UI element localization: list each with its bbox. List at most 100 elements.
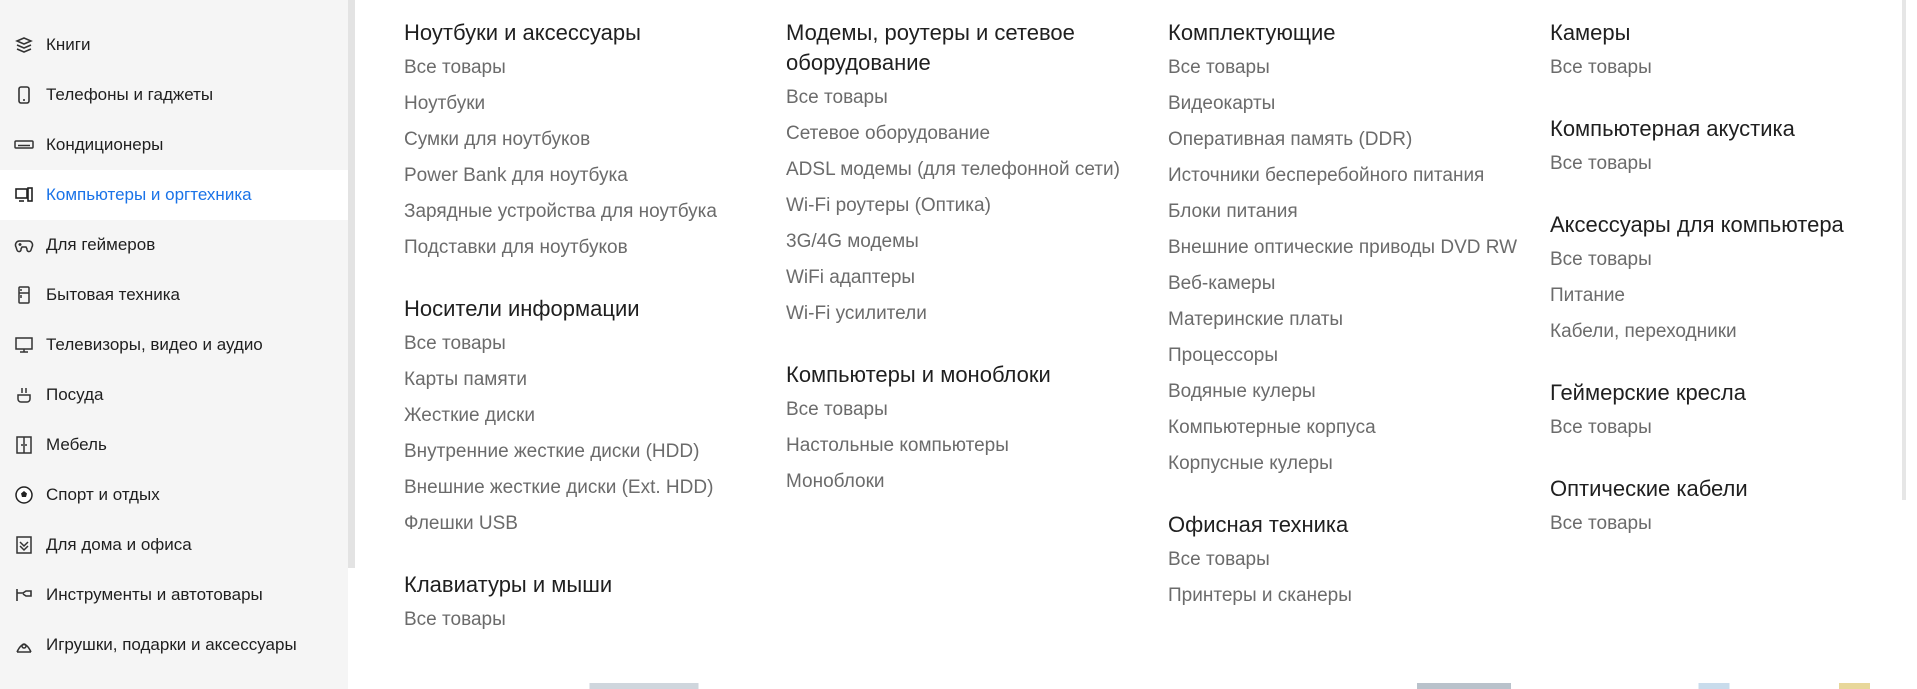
sidebar-item[interactable]: Книги [0, 20, 348, 70]
menu-group-title[interactable]: Носители информации [404, 294, 774, 324]
menu-scrollbar[interactable] [1902, 0, 1906, 500]
menu-link[interactable]: Водяные кулеры [1168, 380, 1538, 404]
menu-group-title[interactable]: Ноутбуки и аксессуары [404, 18, 774, 48]
menu-link[interactable]: Карты памяти [404, 368, 774, 392]
menu-link[interactable]: Все товары [404, 608, 774, 632]
menu-link[interactable]: Подставки для ноутбуков [404, 236, 774, 260]
menu-link[interactable]: Сетевое оборудование [786, 122, 1156, 146]
menu-group-title[interactable]: Оптические кабели [1550, 474, 1890, 504]
sidebar-item-label: Компьютеры и оргтехника [46, 185, 252, 204]
phone-icon [14, 85, 34, 105]
menu-link[interactable]: Настольные компьютеры [786, 434, 1156, 458]
sidebar-item-label: Инструменты и автотовары [46, 585, 263, 604]
menu-link[interactable]: Power Bank для ноутбука [404, 164, 774, 188]
menu-group: Ноутбуки и аксессуары Все товары Ноутбуки С… [404, 18, 774, 260]
tools-icon [14, 585, 34, 605]
menu-link[interactable]: ADSL модемы (для телефонной сети) [786, 158, 1156, 182]
menu-link[interactable]: Внешние жесткие диски (Ext. HDD) [404, 476, 774, 500]
gamepad-icon [14, 235, 34, 255]
menu-group-title[interactable]: Компьютеры и моноблоки [786, 360, 1156, 390]
menu-link[interactable]: Все товары [786, 86, 1156, 110]
menu-link[interactable]: Ноутбуки [404, 92, 774, 116]
sidebar-item[interactable]: Компьютеры и оргтехника [0, 170, 348, 220]
sidebar-item-label: Посуда [46, 385, 104, 404]
menu-group-title[interactable]: Аксессуары для компьютера [1550, 210, 1890, 240]
menu-link[interactable]: Блоки питания [1168, 200, 1538, 224]
sidebar-item[interactable]: Для геймеров [0, 220, 348, 270]
menu-link[interactable]: Оперативная память (DDR) [1168, 128, 1538, 152]
menu-link[interactable]: Все товары [1550, 512, 1890, 536]
sidebar-item[interactable]: Инструменты и автотовары [0, 570, 348, 620]
menu-group-title[interactable]: Комплектующие [1168, 18, 1538, 48]
menu-link[interactable]: Питание [1550, 284, 1890, 308]
category-list: Книги Телефоны и гаджеты Кондиционеры Компь… [0, 0, 348, 670]
menu-link[interactable]: Все товары [404, 332, 774, 356]
sidebar-item-label: Для геймеров [46, 235, 156, 254]
dishes-icon [14, 385, 34, 405]
menu-link[interactable]: Веб-камеры [1168, 272, 1538, 296]
sidebar-item[interactable]: Посуда [0, 370, 348, 420]
menu-group-title[interactable]: Камеры [1550, 18, 1890, 48]
sidebar-item-label: Мебель [46, 435, 107, 454]
menu-link[interactable]: Все товары [404, 56, 774, 80]
menu-link[interactable]: Флешки USB [404, 512, 774, 536]
menu-link[interactable]: Зарядные устройства для ноутбука [404, 200, 774, 224]
menu-link[interactable]: Внешние оптические приводы DVD RW [1168, 236, 1538, 260]
menu-link[interactable]: Процессоры [1168, 344, 1538, 368]
menu-link[interactable]: Все товары [1168, 548, 1538, 572]
menu-column-4: Камеры Все товары Компьютерная акустика Все… [1550, 18, 1890, 570]
sidebar-item[interactable]: Кондиционеры [0, 120, 348, 170]
sidebar-item[interactable]: Телефоны и гаджеты [0, 70, 348, 120]
menu-link[interactable]: Видеокарты [1168, 92, 1538, 116]
menu-link[interactable]: Жесткие диски [404, 404, 774, 428]
menu-group: Оптические кабели Все товары [1550, 474, 1890, 536]
sidebar-item-label: Бытовая техника [46, 285, 180, 304]
sidebar-item[interactable]: Для дома и офиса [0, 520, 348, 570]
menu-link[interactable]: Все товары [1550, 56, 1890, 80]
sidebar-item-label: Телефоны и гаджеты [46, 85, 214, 104]
menu-link[interactable]: Принтеры и сканеры [1168, 584, 1538, 608]
menu-group-title[interactable]: Офисная техника [1168, 510, 1538, 540]
menu-link[interactable]: Внутренние жесткие диски (HDD) [404, 440, 774, 464]
sidebar-item[interactable]: Телевизоры, видео и аудио [0, 320, 348, 370]
menu-group: Геймерские кресла Все товары [1550, 378, 1890, 440]
menu-link[interactable]: Моноблоки [786, 470, 1156, 494]
air-conditioner-icon [14, 135, 34, 155]
sidebar-item-label: Телевизоры, видео и аудио [46, 335, 263, 354]
menu-group: Офисная техника Все товары Принтеры и скан… [1168, 510, 1538, 608]
sidebar-item[interactable]: Мебель [0, 420, 348, 470]
menu-link[interactable]: Все товары [1550, 152, 1890, 176]
menu-link[interactable]: Wi-Fi усилители [786, 302, 1156, 326]
menu-group-title[interactable]: Компьютерная акустика [1550, 114, 1890, 144]
menu-link[interactable]: Все товары [1168, 56, 1538, 80]
menu-link[interactable]: Все товары [1550, 248, 1890, 272]
menu-link[interactable]: WiFi адаптеры [786, 266, 1156, 290]
sidebar-item[interactable]: Игрушки, подарки и аксессуары [0, 620, 348, 670]
sidebar-top-spacer [0, 0, 348, 20]
menu-link[interactable]: Все товары [786, 398, 1156, 422]
menu-group-title[interactable]: Модемы, роутеры и сетевое оборудование [786, 18, 1156, 78]
menu-link[interactable]: Все товары [1550, 416, 1890, 440]
category-sidebar: Книги Телефоны и гаджеты Кондиционеры Компь… [0, 0, 348, 689]
menu-link[interactable]: Сумки для ноутбуков [404, 128, 774, 152]
menu-link[interactable]: Компьютерные корпуса [1168, 416, 1538, 440]
menu-link[interactable]: Wi-Fi роутеры (Оптика) [786, 194, 1156, 218]
sidebar-scrollbar[interactable] [348, 0, 355, 568]
sidebar-item[interactable]: Спорт и отдых [0, 470, 348, 520]
sidebar-item-label: Игрушки, подарки и аксессуары [46, 635, 297, 654]
menu-group: Аксессуары для компьютера Все товары Питан… [1550, 210, 1890, 344]
menu-link[interactable]: Материнские платы [1168, 308, 1538, 332]
menu-link[interactable]: Корпусные кулеры [1168, 452, 1538, 476]
sidebar-item-label: Кондиционеры [46, 135, 164, 154]
menu-group: Модемы, роутеры и сетевое оборудование Вс… [786, 18, 1156, 326]
menu-group-title[interactable]: Геймерские кресла [1550, 378, 1890, 408]
menu-column-3: Комплектующие Все товары Видеокарты Операти… [1168, 18, 1538, 642]
menu-group-title[interactable]: Клавиатуры и мыши [404, 570, 774, 600]
menu-group: Компьютерная акустика Все товары [1550, 114, 1890, 176]
menu-link[interactable]: Источники бесперебойного питания [1168, 164, 1538, 188]
fridge-icon [14, 285, 34, 305]
menu-link[interactable]: 3G/4G модемы [786, 230, 1156, 254]
sidebar-item[interactable]: Бытовая техника [0, 270, 348, 320]
sidebar-item-label: Для дома и офиса [46, 535, 192, 554]
menu-link[interactable]: Кабели, переходники [1550, 320, 1890, 344]
